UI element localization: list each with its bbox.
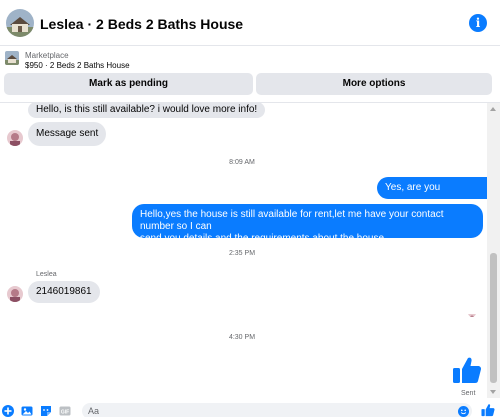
scrollbar[interactable] xyxy=(487,103,500,398)
sent-status: Sent xyxy=(461,390,476,397)
timestamp: 4:30 PM xyxy=(228,334,256,341)
message-line: Hello,yes the house is still available f… xyxy=(140,209,444,232)
incoming-message: Hello, is this still available? i would … xyxy=(28,103,266,118)
listing-bar: Marketplace $950 · 2 Beds 2 Baths House … xyxy=(0,46,500,102)
message-line: send you details and the requirements ab… xyxy=(140,233,385,244)
incoming-message: Message sent xyxy=(28,122,107,146)
timestamp: 2:35 PM xyxy=(228,250,256,257)
more-options-button[interactable]: More options xyxy=(256,73,492,95)
outgoing-message: Hello,yes the house is still available f… xyxy=(132,204,483,244)
photo-icon[interactable] xyxy=(21,404,33,417)
conversation-title[interactable]: Leslea · 2 Beds 2 Baths House xyxy=(40,16,243,32)
incoming-message: 2146019861 xyxy=(28,281,100,303)
emoji-icon[interactable] xyxy=(458,404,469,417)
read-receipt-avatar xyxy=(468,309,476,317)
scrollbar-thumb[interactable] xyxy=(490,253,497,383)
like-icon[interactable] xyxy=(481,403,495,417)
message-input[interactable] xyxy=(82,403,472,417)
listing-avatar[interactable] xyxy=(6,9,34,37)
listing-thumbnail[interactable] xyxy=(5,51,19,65)
scroll-up-arrow[interactable] xyxy=(490,107,496,111)
sender-avatar[interactable] xyxy=(7,130,23,146)
like-sticker-icon xyxy=(452,355,482,385)
timestamp: 8:09 AM xyxy=(229,159,255,166)
message-composer: GIF xyxy=(0,398,500,417)
svg-text:GIF: GIF xyxy=(61,409,69,415)
message-thread[interactable]: Hello, is this still available? i would … xyxy=(0,102,500,398)
mark-as-pending-button[interactable]: Mark as pending xyxy=(4,73,253,95)
gif-icon[interactable]: GIF xyxy=(59,404,71,417)
sender-avatar[interactable] xyxy=(7,286,23,302)
scroll-down-arrow[interactable] xyxy=(490,390,496,394)
sticker-icon[interactable] xyxy=(40,404,52,417)
listing-summary[interactable]: $950 · 2 Beds 2 Baths House xyxy=(25,61,130,70)
listing-source: Marketplace xyxy=(25,51,69,60)
sender-name: Leslea xyxy=(36,271,57,278)
plus-icon[interactable] xyxy=(2,404,14,417)
conversation-header: Leslea · 2 Beds 2 Baths House i xyxy=(0,0,500,46)
outgoing-message: Yes, are you interested? xyxy=(377,177,500,215)
info-icon[interactable]: i xyxy=(469,14,487,32)
